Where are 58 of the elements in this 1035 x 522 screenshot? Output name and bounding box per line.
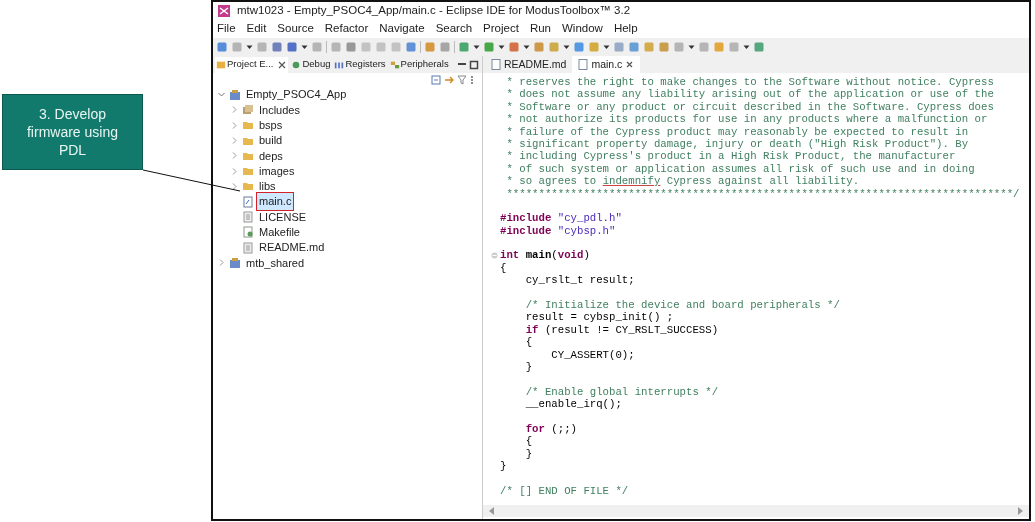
code-line: { (500, 261, 507, 275)
code-line: int main(void) (500, 249, 590, 262)
code-line: for (;;) (524, 422, 577, 436)
code-line: } (500, 460, 507, 473)
code-line: * including Cypress's product in a High Risk Product, the manufacturer (505, 150, 956, 163)
tree-item[interactable]: main.c (257, 193, 294, 210)
view-tab[interactable]: Debug (290, 56, 332, 73)
menu-item[interactable]: Navigate (379, 20, 425, 38)
menu-item[interactable]: Edit (246, 20, 267, 38)
menu-item[interactable]: Run (529, 20, 551, 38)
tree-item[interactable]: Empty_PSOC4_App (244, 86, 349, 103)
tree-item[interactable]: deps (257, 147, 285, 165)
menu-item[interactable]: Window (562, 20, 603, 38)
tree-item[interactable]: libs (257, 178, 278, 195)
tree-item[interactable]: mtb_shared (244, 254, 307, 272)
menu-item[interactable]: File (217, 20, 236, 38)
callout-box: 3. Develop firmware using PDL (2, 94, 143, 170)
editor-tab[interactable]: main.c (572, 56, 641, 73)
view-tab[interactable]: Registers (333, 56, 387, 73)
code-line: /* Enable global interrupts */ (524, 385, 719, 399)
code-line: if (result != CY_RSLT_SUCCESS) (524, 323, 719, 337)
code-line: CY_ASSERT(0); (550, 348, 635, 361)
menu-item[interactable]: Refactor (324, 20, 369, 38)
code-line: /* Initialize the device and board peripherals */ (524, 299, 840, 312)
code-line: } (524, 447, 533, 461)
code-line: * significant property damage, injury or death ("High Risk Product"). By (505, 137, 969, 151)
tree-item[interactable]: build (257, 132, 285, 149)
code-line: * not authorize its products for use in any products where a malfunction or (505, 113, 988, 126)
menu-item[interactable]: Search (435, 20, 473, 38)
code-line: #include "cy_pdl.h" (500, 212, 622, 225)
tree-item[interactable]: Includes (257, 101, 302, 119)
tree-item[interactable]: images (257, 162, 297, 180)
tree-item[interactable]: LICENSE (257, 208, 309, 226)
code-line: { (524, 336, 533, 349)
code-line: #include "cybsp.h" (500, 224, 616, 238)
menu-item[interactable]: Source (277, 20, 314, 38)
code-line: { (524, 435, 533, 448)
code-line: * does not assume any liability arising out of the application or use of the (505, 88, 994, 101)
code-line: /* [] END OF FILE */ (500, 484, 629, 498)
code-line: * Software or any product or circuit described in the Software. Cypress does (505, 100, 994, 114)
menu-item[interactable]: Help (613, 20, 638, 38)
code-line: * of such system or application assumes all risk of such use and in doing (505, 162, 975, 176)
view-tab[interactable]: Project E... (215, 56, 289, 73)
view-tab[interactable]: Peripherals (388, 56, 450, 73)
code-line: cy_rslt_t result; (524, 274, 635, 287)
code-line: *******************************************************************************/ (505, 187, 1020, 200)
tree-item[interactable]: README.md (257, 239, 327, 256)
code-line: __enable_irq(); (524, 398, 622, 411)
code-line: * so agrees to indemnify Cypress against all liability. (505, 175, 860, 188)
tree-item[interactable]: Makefile (257, 224, 302, 241)
code-line: * reserves the right to make changes to the Software without notice. Cypress (505, 76, 994, 89)
menu-item[interactable]: Project (483, 20, 519, 38)
window-title: mtw1023 - Empty_PSOC4_App/main.c - Eclipse IDE for ModusToolbox™ 3.2 (237, 3, 631, 19)
editor-tab[interactable]: README.md (485, 56, 573, 73)
tree-item[interactable]: bsps (257, 117, 285, 134)
code-line: result = cybsp_init() ; (524, 311, 674, 324)
code-line: } (524, 361, 533, 374)
code-line: * failure of the Cypress product may reasonably be expected to result in (505, 125, 969, 138)
